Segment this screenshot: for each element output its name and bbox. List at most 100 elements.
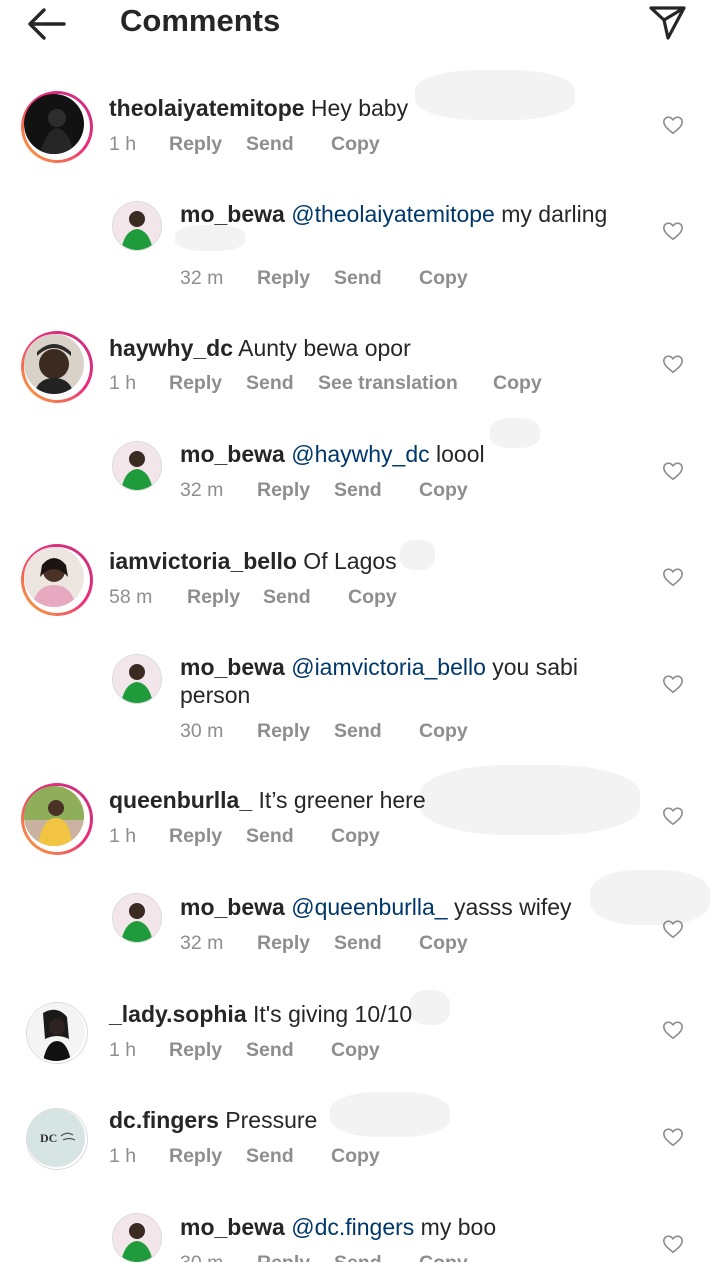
reply-button[interactable]: Reply bbox=[257, 478, 310, 502]
send-button[interactable]: Send bbox=[334, 478, 382, 502]
comment-username[interactable]: mo_bewa bbox=[180, 441, 285, 467]
send-button[interactable]: Send bbox=[246, 371, 294, 395]
comment-text: Aunty bewa opor bbox=[233, 335, 411, 361]
profile-photo-icon bbox=[24, 547, 84, 607]
reply-button[interactable]: Reply bbox=[169, 824, 222, 848]
comment-meta: 32 m Reply Send Copy bbox=[180, 266, 600, 290]
profile-photo-icon bbox=[113, 894, 161, 942]
reply-button[interactable]: Reply bbox=[169, 132, 222, 156]
heart-icon[interactable] bbox=[662, 805, 684, 827]
comment-username[interactable]: haywhy_dc bbox=[109, 335, 233, 361]
comment-username[interactable]: queenburlla_ bbox=[109, 787, 252, 813]
share-button[interactable] bbox=[646, 2, 688, 42]
mention-link[interactable]: @haywhy_dc bbox=[291, 441, 429, 467]
comment-username[interactable]: mo_bewa bbox=[180, 654, 285, 680]
comment-item: iamvictoria_bello Of Lagos 58 m Reply Se… bbox=[0, 541, 720, 631]
avatar[interactable] bbox=[112, 1213, 162, 1263]
comment-username[interactable]: mo_bewa bbox=[180, 201, 285, 227]
comment-username[interactable]: iamvictoria_bello bbox=[109, 548, 297, 574]
comment-meta: 58 m Reply Send Copy bbox=[109, 585, 629, 609]
avatar[interactable] bbox=[21, 91, 93, 163]
avatar[interactable] bbox=[112, 201, 162, 251]
avatar[interactable] bbox=[26, 1002, 88, 1064]
copy-button[interactable]: Copy bbox=[331, 132, 380, 156]
avatar[interactable] bbox=[21, 783, 93, 855]
copy-button[interactable]: Copy bbox=[493, 371, 542, 395]
see-translation-button[interactable]: See translation bbox=[318, 371, 458, 395]
comment-time: 30 m bbox=[180, 720, 224, 742]
heart-icon[interactable] bbox=[662, 566, 684, 588]
send-button[interactable]: Send bbox=[334, 931, 382, 955]
heart-icon[interactable] bbox=[662, 353, 684, 375]
comment-item: haywhy_dc Aunty bewa opor 1 h Reply Send… bbox=[0, 328, 720, 418]
comment-item: DC dc.fingers Pressure 1 h Reply Send Co… bbox=[0, 1100, 720, 1190]
avatar[interactable] bbox=[21, 544, 93, 616]
comment-time: 32 m bbox=[180, 479, 224, 501]
comment-text: yasss wifey bbox=[447, 894, 572, 920]
avatar[interactable] bbox=[21, 331, 93, 403]
mention-link[interactable]: @iamvictoria_bello bbox=[291, 654, 486, 680]
reply-button[interactable]: Reply bbox=[257, 931, 310, 955]
heart-icon[interactable] bbox=[662, 220, 684, 242]
comment-body: dc.fingers Pressure bbox=[109, 1106, 629, 1134]
reply-item: mo_bewa @haywhy_dc loool 32 m Reply Send… bbox=[0, 437, 720, 517]
heart-icon[interactable] bbox=[662, 918, 684, 940]
avatar-logo-text: DC bbox=[40, 1131, 57, 1145]
comment-username[interactable]: dc.fingers bbox=[109, 1107, 219, 1133]
send-button[interactable]: Send bbox=[246, 824, 294, 848]
copy-button[interactable]: Copy bbox=[419, 931, 468, 955]
mention-link[interactable]: @theolaiyatemitope bbox=[291, 201, 495, 227]
comment-username[interactable]: theolaiyatemitope bbox=[109, 95, 305, 121]
heart-icon[interactable] bbox=[662, 673, 684, 695]
avatar[interactable] bbox=[112, 441, 162, 491]
send-button[interactable]: Send bbox=[334, 266, 382, 290]
comment-username[interactable]: mo_bewa bbox=[180, 894, 285, 920]
heart-icon[interactable] bbox=[662, 114, 684, 136]
copy-button[interactable]: Copy bbox=[331, 824, 380, 848]
comment-body: queenburlla_ It’s greener here bbox=[109, 786, 629, 814]
reply-button[interactable]: Reply bbox=[187, 585, 240, 609]
reply-button[interactable]: Reply bbox=[257, 266, 310, 290]
back-button[interactable] bbox=[26, 6, 68, 42]
copy-button[interactable]: Copy bbox=[419, 478, 468, 502]
copy-button[interactable]: Copy bbox=[348, 585, 397, 609]
arrow-left-icon bbox=[28, 8, 66, 40]
heart-icon[interactable] bbox=[662, 460, 684, 482]
heart-icon[interactable] bbox=[662, 1019, 684, 1041]
copy-button[interactable]: Copy bbox=[331, 1144, 380, 1168]
copy-button[interactable]: Copy bbox=[331, 1038, 380, 1062]
reply-item: mo_bewa @queenburlla_ yasss wifey 32 m R… bbox=[0, 890, 720, 970]
reply-button[interactable]: Reply bbox=[257, 719, 310, 743]
comment-body: _lady.sophia It's giving 10/10 bbox=[109, 1000, 629, 1028]
avatar[interactable] bbox=[112, 654, 162, 704]
comment-time: 58 m bbox=[109, 586, 153, 608]
send-button[interactable]: Send bbox=[246, 132, 294, 156]
comment-meta: 32 m Reply Send Copy bbox=[180, 931, 600, 955]
reply-item: mo_bewa @iamvictoria_bello you sabi pers… bbox=[0, 651, 720, 751]
comment-text: Pressure bbox=[218, 1107, 318, 1133]
profile-photo-icon bbox=[113, 202, 161, 250]
reply-button[interactable]: Reply bbox=[169, 371, 222, 395]
comment-item: _lady.sophia It's giving 10/10 1 h Reply… bbox=[0, 994, 720, 1084]
comment-meta: 1 h Reply Send Copy bbox=[109, 1038, 629, 1062]
comment-text: Of Lagos bbox=[296, 548, 397, 574]
avatar[interactable] bbox=[112, 893, 162, 943]
copy-button[interactable]: Copy bbox=[419, 719, 468, 743]
mention-link[interactable]: @queenburlla_ bbox=[291, 894, 447, 920]
send-button[interactable]: Send bbox=[246, 1144, 294, 1168]
comment-username[interactable]: _lady.sophia bbox=[109, 1001, 247, 1027]
comment-username[interactable]: mo_bewa bbox=[180, 1214, 285, 1240]
comment-meta: 30 m Reply Send Copy bbox=[180, 719, 600, 743]
mention-link[interactable]: @dc.fingers bbox=[291, 1214, 414, 1240]
reply-button[interactable]: Reply bbox=[169, 1144, 222, 1168]
heart-icon[interactable] bbox=[662, 1233, 684, 1255]
copy-button[interactable]: Copy bbox=[419, 266, 468, 290]
reply-button[interactable]: Reply bbox=[169, 1038, 222, 1062]
profile-photo-icon bbox=[24, 334, 84, 394]
send-button[interactable]: Send bbox=[334, 719, 382, 743]
avatar[interactable]: DC bbox=[26, 1108, 88, 1170]
send-button[interactable]: Send bbox=[246, 1038, 294, 1062]
send-button[interactable]: Send bbox=[263, 585, 311, 609]
comment-meta: 1 h Reply Send Copy bbox=[109, 824, 629, 848]
heart-icon[interactable] bbox=[662, 1126, 684, 1148]
